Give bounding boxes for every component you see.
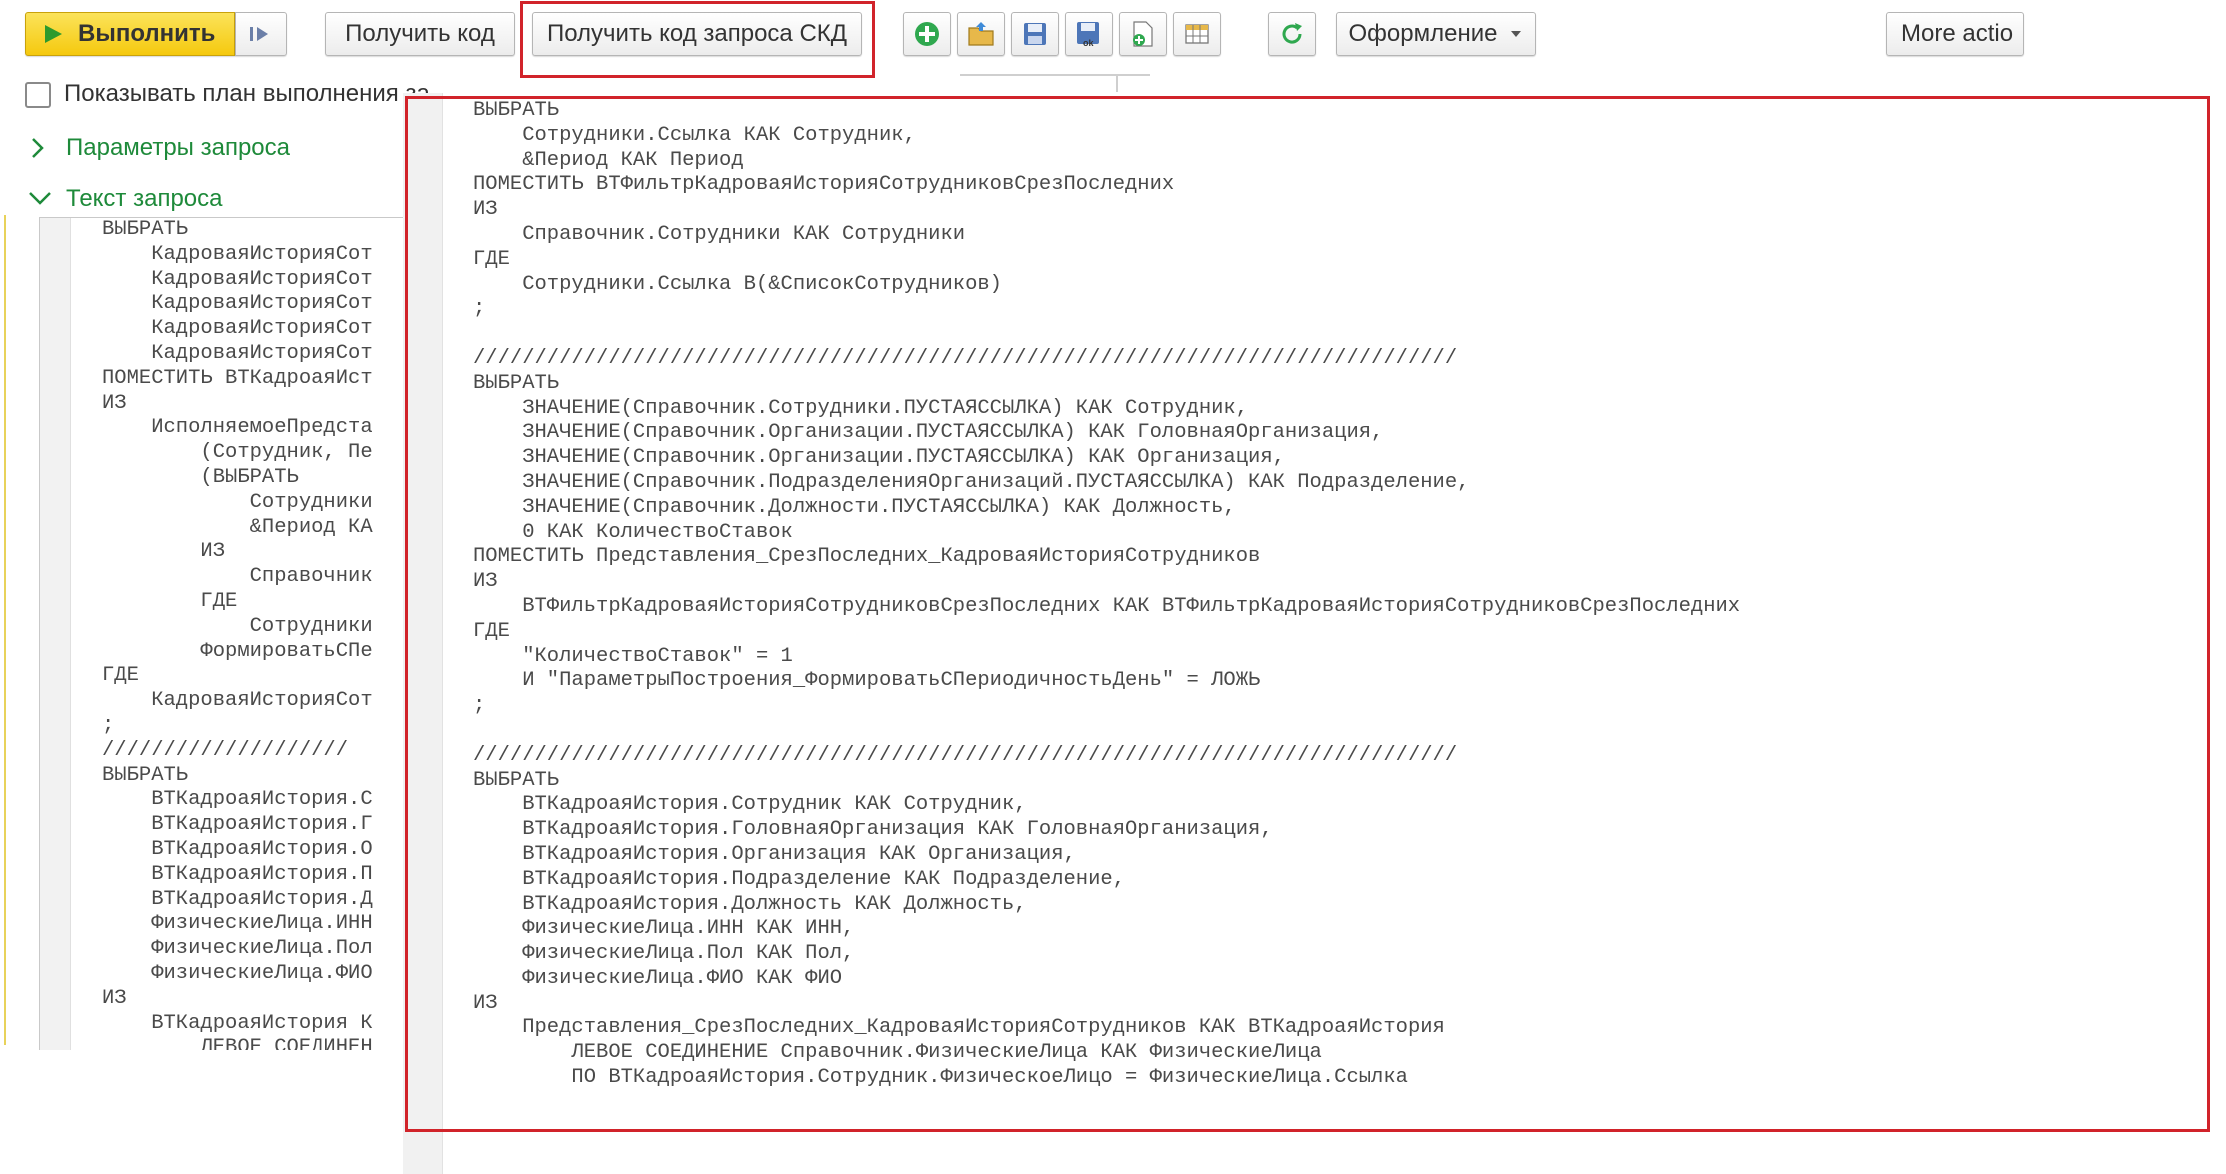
query-code-line: КадроваяИсторияСот [102, 689, 373, 713]
query-code-line: //////////////////// [102, 738, 349, 762]
run-button-label: Выполнить [78, 20, 216, 47]
query-code-line: КадроваяИсторияСот [102, 292, 373, 316]
chevron-down-icon [1511, 31, 1522, 37]
query-code-line: КадроваяИсторияСот [102, 317, 373, 341]
query-code-line: ВТКадроаяИстория.Д [102, 887, 373, 911]
more-actions-label: More actio [1901, 20, 2014, 47]
format-dropdown-label: Оформление [1348, 20, 1498, 47]
query-code-line: &Период КА [102, 515, 373, 539]
add-icon [915, 22, 939, 46]
play-icon [45, 25, 62, 43]
highlight-frame-button [520, 1, 875, 78]
save-ok-icon: ok [1077, 22, 1099, 48]
add-button[interactable] [903, 12, 951, 56]
get-code-label: Получить код [345, 20, 495, 47]
more-actions-button[interactable]: More actio [1886, 12, 2024, 56]
query-code-line: КадроваяИсторияСот [102, 242, 373, 266]
query-code-line: ГДЕ [102, 664, 139, 688]
query-code-line: ВТКадроаяИстория.С [102, 788, 373, 812]
text-group-title[interactable]: Текст запроса [66, 185, 222, 213]
query-code-line: ВЫБРАТЬ [102, 218, 189, 241]
query-code-line: ФизическиеЛица.ФИО [102, 961, 373, 985]
query-code-line: ВТКадроаяИстория.О [102, 837, 373, 861]
table-button[interactable] [1173, 12, 1221, 56]
save-button[interactable] [1011, 12, 1059, 56]
params-group-title[interactable]: Параметры запроса [66, 134, 290, 162]
svg-text:ok: ok [1083, 38, 1094, 48]
query-code-line: ВТКадроаяИстория К [102, 1011, 373, 1035]
open-button[interactable] [957, 12, 1005, 56]
query-code-line: ВТКадроаяИстория.П [102, 862, 373, 886]
query-code-line: ИсполняемоеПредста [102, 416, 373, 440]
background-field-edge [960, 74, 1150, 76]
query-text-code: ВЫБРАТЬ КадроваяИсторияСот КадроваяИстор… [102, 218, 373, 1050]
format-dropdown[interactable]: Оформление [1336, 12, 1536, 56]
query-code-line: ИЗ [102, 391, 127, 415]
query-code-line: ФормироватьСПе [102, 639, 373, 663]
table-icon [1185, 24, 1209, 44]
query-code-line: Сотрудники [102, 614, 373, 638]
show-plan-label: Показывать план выполнения за [64, 80, 430, 107]
refresh-icon [1282, 23, 1302, 44]
save-icon [1024, 23, 1046, 45]
run-button[interactable]: Выполнить [25, 12, 235, 56]
query-code-line: ФизическиеЛица.ИНН [102, 912, 373, 936]
open-folder-icon [968, 22, 994, 46]
query-code-line: ГДЕ [102, 589, 238, 613]
query-code-line: ЛЕВОЕ СОЕДИНЕН [102, 1036, 373, 1050]
run-options-icon [250, 27, 268, 41]
query-text-editor[interactable]: ВЫБРАТЬ КадроваяИсторияСот КадроваяИстор… [39, 217, 420, 1050]
query-code-line: КадроваяИсторияСот [102, 267, 373, 291]
query-code-line: ФизическиеЛица.Пол [102, 937, 373, 961]
run-options-button[interactable] [235, 12, 287, 56]
chevron-right-icon[interactable] [30, 136, 46, 160]
query-code-line: (ВЫБРАТЬ [102, 465, 299, 489]
editor-gutter [40, 218, 71, 1050]
editor-accent-line [4, 215, 6, 1045]
refresh-button[interactable] [1268, 12, 1316, 56]
background-field-divider [1116, 74, 1118, 92]
save-ok-button[interactable]: ok [1065, 12, 1113, 56]
query-code-line: ; [102, 713, 115, 737]
query-code-line: Справочник [102, 565, 373, 589]
new-file-button[interactable] [1119, 12, 1167, 56]
query-code-line: Сотрудники [102, 490, 373, 514]
new-file-icon [1133, 21, 1153, 47]
query-code-line: ВЫБРАТЬ [102, 763, 189, 787]
query-code-line: ИЗ [102, 540, 226, 564]
show-plan-checkbox[interactable] [25, 82, 51, 108]
query-code-line: ИЗ [102, 986, 127, 1010]
query-code-line: ВТКадроаяИстория.Г [102, 813, 373, 837]
query-code-line: КадроваяИсторияСот [102, 341, 373, 365]
get-code-button[interactable]: Получить код [325, 12, 515, 56]
query-code-line: ПОМЕСТИТЬ ВТКадроаяИст [102, 366, 373, 390]
chevron-down-green-icon[interactable] [27, 190, 53, 206]
query-code-line: (Сотрудник, Пе [102, 441, 373, 465]
highlight-frame-code [405, 96, 2210, 1132]
